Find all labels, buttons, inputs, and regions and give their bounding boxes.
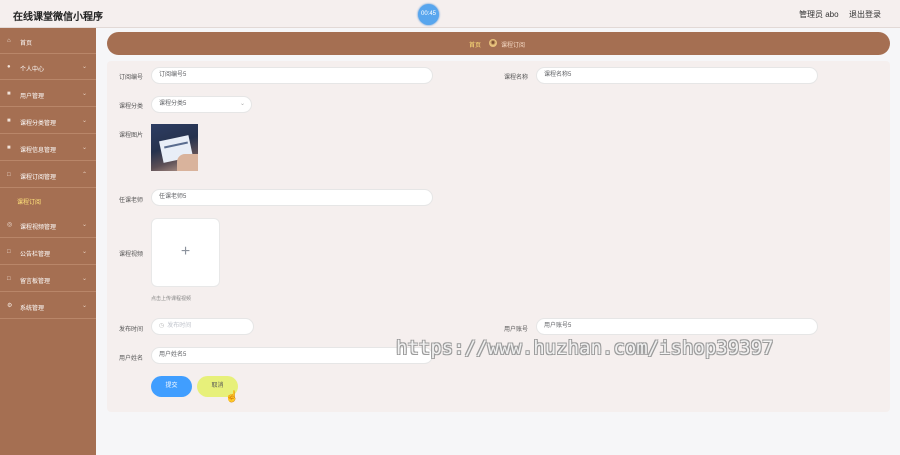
user-name-input[interactable]: 用户姓名5 [151, 347, 433, 364]
chevron-down-icon: ⌄ [82, 64, 88, 70]
chevron-down-icon: ⌄ [82, 303, 88, 309]
user-icon: ● [7, 64, 11, 70]
message-icon: □ [7, 276, 11, 282]
sidebar-item-label: 留言板管理 [20, 279, 51, 285]
user-name-label: 用户姓名 [119, 356, 144, 362]
chevron-down-icon: ⌄ [82, 118, 88, 124]
sidebar-item-label: 首页 [20, 41, 33, 47]
video-upload-button[interactable]: + [151, 218, 220, 287]
sidebar-item-profile[interactable]: ● 个人中心 ⌄ [0, 54, 96, 80]
course-category-select[interactable]: 课程分类5 ⌄ [151, 96, 252, 113]
course-video-label: 课程视频 [119, 252, 144, 258]
sidebar-item-label: 公告栏管理 [20, 252, 51, 258]
sidebar-item-label: 课程视频管理 [20, 225, 57, 231]
publish-time-label: 发布时间 [119, 327, 144, 333]
sidebar-item-users[interactable]: ■ 用户管理 ⌄ [0, 81, 96, 107]
user-account-input[interactable]: 用户账号5 [536, 318, 818, 335]
timer-badge: 00:45 [418, 4, 439, 25]
clock-icon: ◷ [159, 323, 165, 329]
breadcrumb-home[interactable]: 首页 [469, 40, 481, 49]
pointer-cursor-icon: ☝ [225, 391, 239, 403]
settings-icon: ⚙ [7, 303, 13, 309]
chevron-down-icon: ⌄ [82, 249, 88, 255]
chevron-down-icon: ⌄ [239, 101, 245, 107]
sidebar-item-label: 课程分类管理 [20, 121, 57, 127]
course-category-label: 课程分类 [119, 104, 144, 110]
sidebar-item-label: 用户管理 [20, 94, 45, 100]
plus-icon: + [180, 243, 191, 260]
course-name-input[interactable]: 课程名称5 [536, 67, 818, 84]
sidebar: ⌂ 首页 ● 个人中心 ⌄ ■ 用户管理 ⌄ ■ 课程分类管理 ⌄ ■ 课程信息… [0, 28, 96, 455]
watermark: https://www.huzhan.com/ishop39397 [396, 337, 774, 359]
app-title: 在线课堂微信小程序 [13, 12, 103, 23]
video-icon: ◎ [7, 222, 13, 228]
subscription-icon: □ [7, 172, 11, 178]
chevron-down-icon: ⌄ [82, 276, 88, 282]
order-no-input[interactable]: 订阅编号5 [151, 67, 433, 84]
teacher-input[interactable]: 任课老师5 [151, 189, 433, 206]
sidebar-subitem-subscription[interactable]: 课程订阅 [0, 188, 96, 212]
course-category-value: 课程分类5 [159, 101, 187, 107]
breadcrumb-separator-icon: ◉ [489, 39, 497, 47]
sidebar-item-video[interactable]: ◎ 课程视频管理 ⌄ [0, 212, 96, 238]
sidebar-subitem-label: 课程订阅 [17, 200, 42, 206]
chevron-down-icon: ⌄ [82, 145, 88, 151]
publish-time-placeholder: 发布时间 [167, 323, 192, 329]
course-icon: ■ [7, 145, 11, 151]
upload-hint: 点击上传课程视频 [151, 296, 192, 302]
chevron-down-icon: ⌄ [82, 91, 88, 97]
category-icon: ■ [7, 118, 11, 124]
submit-button[interactable]: 提交 [151, 376, 192, 397]
order-no-label: 订阅编号 [119, 75, 144, 81]
admin-label: 管理员 abo [799, 10, 839, 19]
publish-time-picker[interactable]: ◷ 发布时间 [151, 318, 254, 335]
course-name-label: 课程名称 [504, 75, 529, 81]
sidebar-item-home[interactable]: ⌂ 首页 [0, 28, 96, 54]
notice-icon: □ [7, 249, 11, 255]
logout-link[interactable]: 退出登录 [849, 9, 881, 20]
breadcrumb: 首页 ◉ 课程订阅 [107, 32, 890, 55]
course-image [151, 124, 198, 171]
user-account-label: 用户账号 [504, 327, 529, 333]
chevron-down-icon: ⌄ [82, 222, 88, 228]
home-icon: ⌂ [7, 38, 11, 44]
teacher-label: 任课老师 [119, 198, 144, 204]
breadcrumb-current: 课程订阅 [501, 43, 526, 49]
users-icon: ■ [7, 91, 11, 97]
sidebar-item-subscription[interactable]: □ 课程订阅管理 ⌃ [0, 162, 96, 188]
sidebar-item-category[interactable]: ■ 课程分类管理 ⌄ [0, 108, 96, 134]
sidebar-item-label: 课程订阅管理 [20, 175, 57, 181]
sidebar-item-course[interactable]: ■ 课程信息管理 ⌄ [0, 135, 96, 161]
image-hand-shape [177, 154, 198, 171]
sidebar-item-label: 系统管理 [20, 306, 45, 312]
chevron-up-icon: ⌃ [82, 172, 88, 178]
sidebar-item-message[interactable]: □ 留言板管理 ⌄ [0, 266, 96, 292]
sidebar-item-system[interactable]: ⚙ 系统管理 ⌄ [0, 293, 96, 319]
course-image-label: 课程图片 [119, 133, 144, 139]
top-bar: 在线课堂微信小程序 00:45 管理员 abo 退出登录 [0, 0, 900, 28]
sidebar-item-notice[interactable]: □ 公告栏管理 ⌄ [0, 239, 96, 265]
sidebar-item-label: 课程信息管理 [20, 148, 57, 154]
sidebar-item-label: 个人中心 [20, 67, 45, 73]
